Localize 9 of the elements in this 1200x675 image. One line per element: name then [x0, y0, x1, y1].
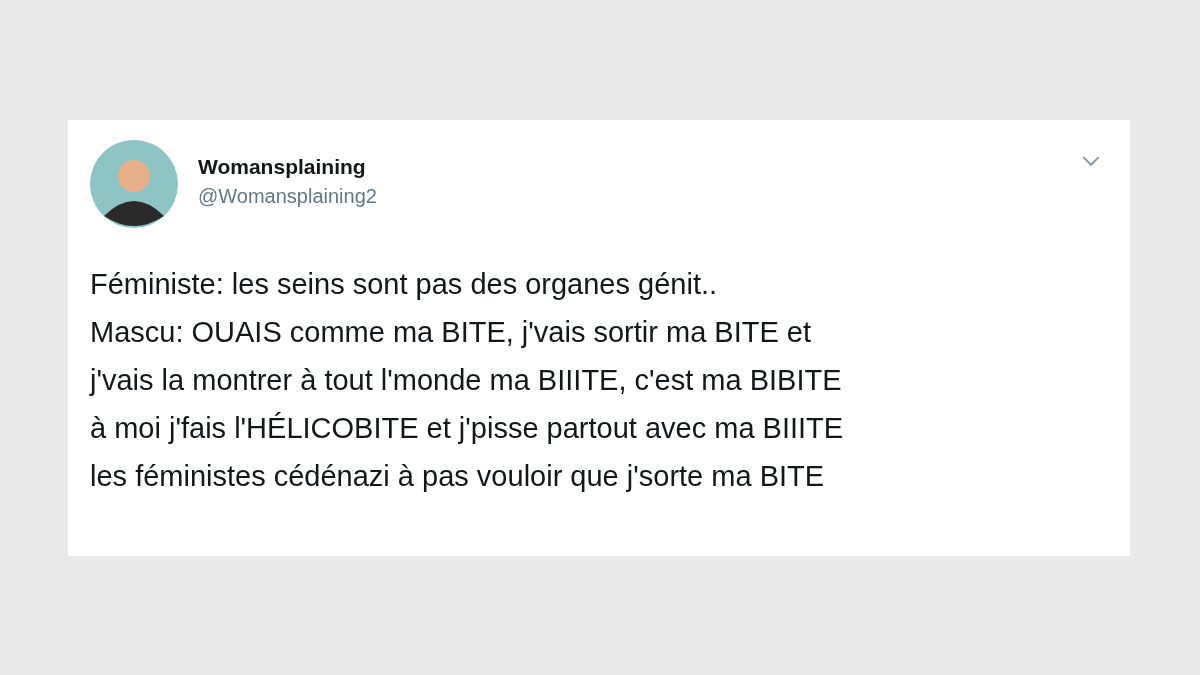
avatar-icon[interactable]: [90, 140, 178, 228]
tweet-text-line: Mascu: OUAIS comme ma BITE, j'vais sortir ma BITE et: [90, 315, 813, 350]
tweet-text-line: les féministes cédénazi à pas vouloir que j'sorte ma BITE: [90, 459, 826, 494]
tweet-text-line: j'vais la montrer à tout l'monde ma BIIITE, c'est ma BIBITE: [90, 363, 843, 398]
user-handle[interactable]: @Womansplaining2: [198, 184, 377, 208]
chevron-down-icon[interactable]: [1082, 156, 1100, 167]
display-name[interactable]: Womansplaining: [198, 154, 377, 179]
tweet-text-line: Féministe: les seins sont pas des organes génit..: [90, 267, 719, 302]
tweet-text-line: à moi j'fais l'HÉLICOBITE et j'pisse partout avec ma BIIITE: [90, 411, 845, 446]
